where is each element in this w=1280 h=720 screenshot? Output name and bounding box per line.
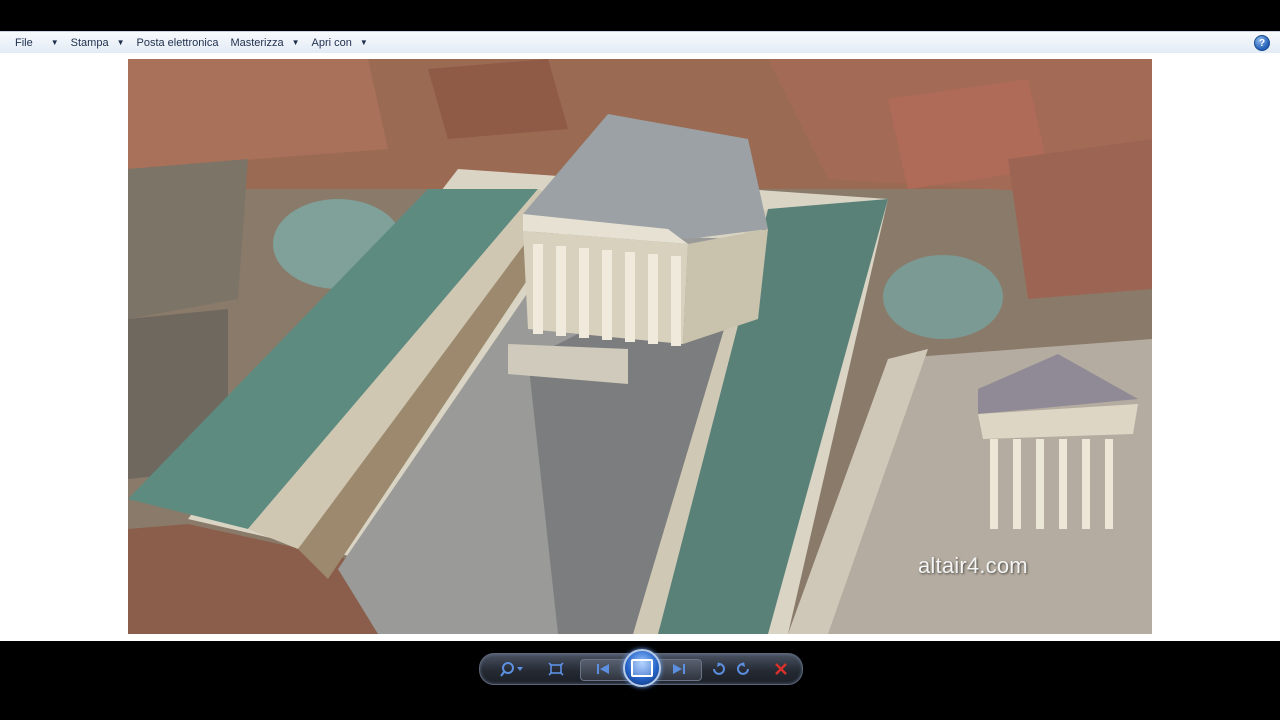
viewer-control-bar (479, 649, 803, 687)
dropdown-arrow-icon: ▼ (359, 38, 368, 47)
menu-print-label: Stampa (70, 36, 109, 49)
slideshow-screen-icon (631, 659, 653, 677)
rotate-left-icon[interactable] (708, 659, 728, 679)
menu-open-with-label: Apri con (311, 36, 352, 49)
menu-file[interactable]: File ▼ (0, 32, 65, 53)
delete-icon[interactable] (770, 659, 792, 679)
dropdown-arrow-icon: ▼ (50, 38, 59, 47)
rotate-right-icon[interactable] (734, 659, 754, 679)
next-icon[interactable] (668, 659, 690, 679)
menu-print[interactable]: Stampa ▼ (65, 32, 131, 53)
slideshow-icon[interactable] (623, 649, 661, 687)
menu-burn[interactable]: Masterizza ▼ (224, 32, 305, 53)
image-viewer: altair4.com (0, 53, 1280, 641)
watermark-text: altair4.com (918, 553, 1028, 578)
zoom-icon[interactable] (498, 659, 528, 679)
roman-temple-forum-image (128, 59, 1152, 634)
previous-icon[interactable] (592, 659, 614, 679)
menu-burn-label: Masterizza (230, 36, 284, 49)
menu-file-label: File (15, 36, 33, 49)
dropdown-arrow-icon: ▼ (116, 38, 125, 47)
help-icon[interactable]: ? (1254, 35, 1270, 51)
menu-email-label: Posta elettronica (136, 36, 219, 49)
menu-email[interactable]: Posta elettronica (131, 32, 225, 53)
menu-bar: File ▼ Stampa ▼ Posta elettronica Master… (0, 31, 1280, 54)
menu-open-with[interactable]: Apri con ▼ (306, 32, 374, 53)
displayed-image: altair4.com (128, 59, 1152, 634)
dropdown-arrow-icon: ▼ (291, 38, 300, 47)
fit-window-icon[interactable] (544, 659, 568, 679)
